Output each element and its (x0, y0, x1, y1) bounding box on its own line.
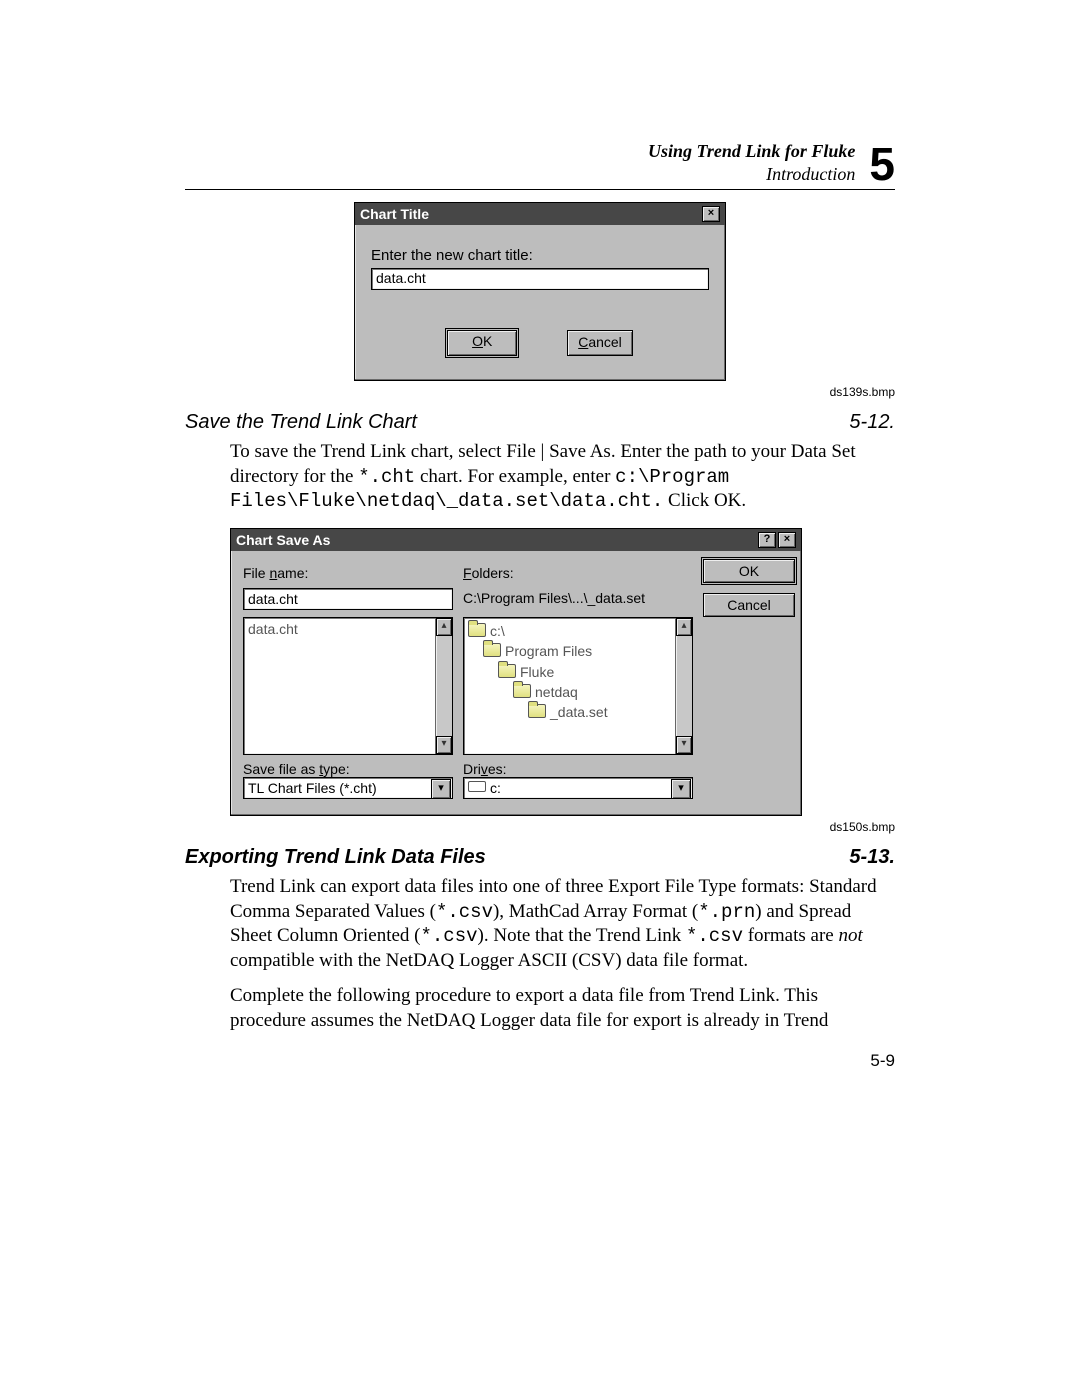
header-text: Using Trend Link for Fluke Introduction (648, 140, 855, 185)
close-icon[interactable]: × (778, 532, 796, 548)
chart-title-titlebar: Chart Title × (355, 203, 725, 225)
scroll-up-icon[interactable]: ▴ (436, 618, 452, 636)
scroll-up-icon[interactable]: ▴ (676, 618, 692, 636)
page-number: 5-9 (185, 1051, 895, 1071)
chart-title-prompt: Enter the new chart title: (371, 247, 709, 264)
chevron-down-icon[interactable]: ▾ (431, 779, 451, 799)
dialog-title: Chart Title (360, 206, 429, 222)
cancel-button[interactable]: Cancel (703, 593, 795, 617)
scrollbar[interactable]: ▴ ▾ (675, 618, 692, 754)
tree-item: Fluke (468, 662, 688, 682)
ok-button[interactable]: OK (447, 330, 517, 356)
folder-icon (498, 664, 516, 678)
ok-button[interactable]: OK (703, 559, 795, 583)
dialog-title: Chart Save As (236, 532, 330, 548)
tree-item: Program Files (468, 641, 688, 661)
para-513b: Complete the following procedure to expo… (230, 984, 895, 1033)
save-type-select[interactable]: TL Chart Files (*.cht) ▾ (243, 777, 453, 799)
chapter-number: 5 (869, 144, 895, 185)
scroll-down-icon[interactable]: ▾ (436, 736, 452, 754)
para-512: To save the Trend Link chart, select Fil… (230, 440, 895, 514)
drives-select[interactable]: c: ▾ (463, 777, 693, 799)
tree-item: _data.set (468, 702, 688, 722)
chart-title-dialog: Chart Title × Enter the new chart title:… (354, 202, 726, 381)
section-number-512: 5-12. (849, 411, 895, 434)
folder-tree[interactable]: c:\ Program Files Fluke netdaq _data.set… (463, 617, 693, 755)
folders-path: C:\Program Files\...\_data.set (463, 588, 693, 617)
cancel-button[interactable]: Cancel (567, 330, 633, 356)
help-icon[interactable]: ? (758, 532, 776, 548)
scrollbar[interactable]: ▴ ▾ (435, 618, 452, 754)
section-title-512: Save the Trend Link Chart (185, 411, 417, 434)
para-513a: Trend Link can export data files into on… (230, 875, 895, 974)
figure-caption-2: ds150s.bmp (185, 820, 895, 834)
header-subtitle: Introduction (648, 163, 855, 186)
figure-caption-1: ds139s.bmp (185, 385, 895, 399)
drive-icon (468, 781, 486, 792)
folder-icon (513, 684, 531, 698)
file-name-label: File name: (243, 565, 453, 588)
file-name-input[interactable]: data.cht (243, 588, 453, 610)
header-title: Using Trend Link for Fluke (648, 140, 855, 163)
folder-icon (483, 643, 501, 657)
file-listbox[interactable]: data.cht ▴ ▾ (243, 617, 453, 755)
chevron-down-icon[interactable]: ▾ (671, 779, 691, 799)
drives-label: Drives: (463, 761, 693, 777)
save-type-label: Save file as type: (243, 761, 453, 777)
save-as-titlebar: Chart Save As ? × (231, 529, 801, 551)
chart-save-as-dialog: Chart Save As ? × File name: Folders: OK… (230, 528, 802, 816)
list-item[interactable]: data.cht (248, 621, 298, 637)
folders-label: Folders: (463, 565, 693, 588)
chart-title-input[interactable]: data.cht (371, 268, 709, 290)
folder-icon (528, 704, 546, 718)
section-number-513: 5-13. (849, 846, 895, 869)
section-title-513: Exporting Trend Link Data Files (185, 846, 486, 869)
folder-icon (468, 623, 486, 637)
tree-item: netdaq (468, 682, 688, 702)
close-icon[interactable]: × (702, 206, 720, 222)
scroll-down-icon[interactable]: ▾ (676, 736, 692, 754)
page-header: Using Trend Link for Fluke Introduction … (185, 140, 895, 190)
tree-item: c:\ (468, 621, 688, 641)
